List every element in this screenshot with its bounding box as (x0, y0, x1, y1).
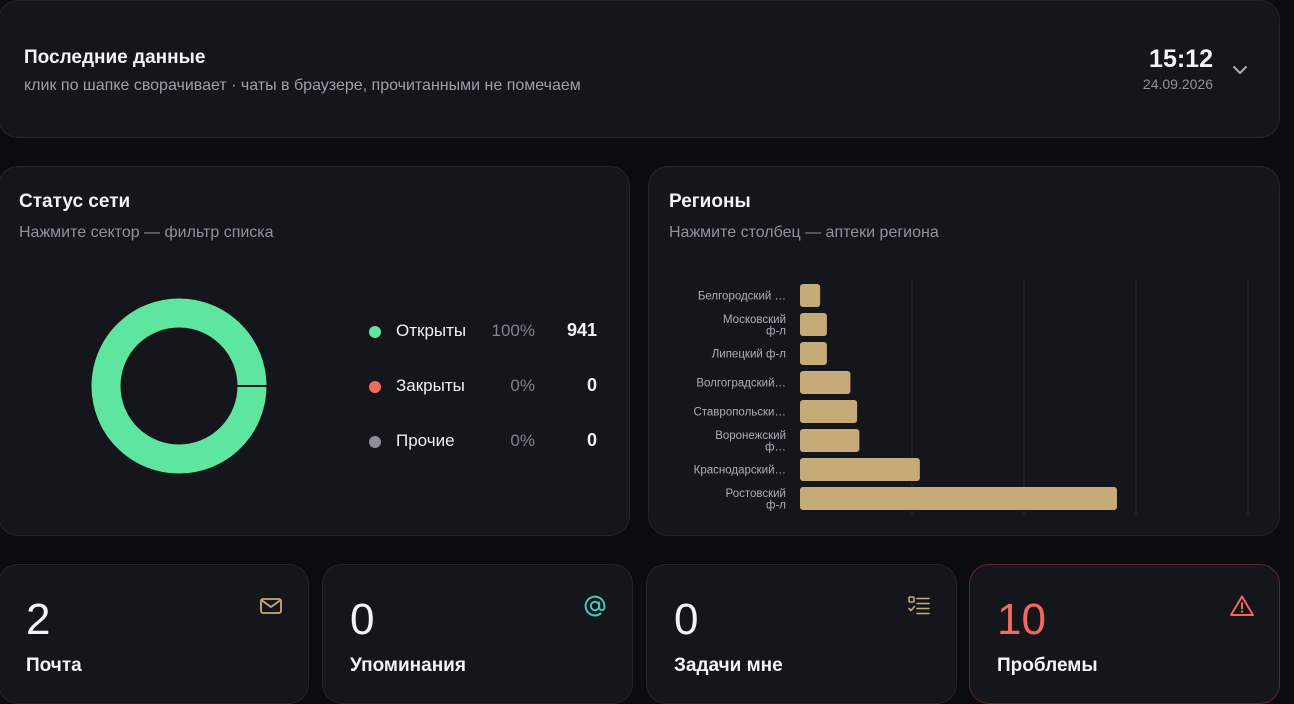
legend-percent: 100% (491, 321, 535, 340)
region-bar[interactable] (800, 313, 827, 336)
stat-card-mail[interactable]: 2 Почта (0, 564, 309, 704)
at-icon (582, 593, 608, 619)
region-label: Волгоградский… (696, 378, 786, 390)
chevron-down-icon[interactable] (1229, 59, 1251, 81)
problems-count: 10 (997, 595, 1046, 644)
legend-count: 0 (586, 430, 597, 450)
status-donut-chart[interactable] (91, 298, 267, 474)
stat-card-mentions[interactable]: 0 Упоминания (322, 564, 633, 704)
mail-label: Почта (26, 655, 82, 676)
region-bar[interactable] (800, 342, 827, 365)
region-bar[interactable] (800, 400, 858, 423)
legend-dot-other (369, 436, 381, 448)
header-subtitle: клик по шапке сворачивает · чаты в брауз… (24, 77, 581, 94)
stat-card-tasks[interactable]: 0 Задачи мне (646, 564, 957, 704)
problems-label: Проблемы (997, 655, 1098, 676)
network-status-card: Статус сети Нажмите сектор — фильтр спис… (0, 166, 630, 536)
stat-card-problems[interactable]: 10 Проблемы (969, 564, 1280, 704)
mentions-count: 0 (350, 595, 375, 644)
legend-item-open[interactable]: Открыты 100% 941 (369, 319, 601, 343)
legend-count: 0 (586, 375, 597, 395)
legend-label: Закрыты (396, 376, 465, 395)
mentions-label: Упоминания (350, 655, 466, 676)
region-bar[interactable] (800, 429, 860, 452)
region-bar[interactable] (800, 371, 851, 394)
region-bar[interactable] (800, 458, 920, 481)
legend-item-closed[interactable]: Закрыты 0% 0 (369, 374, 601, 398)
region-label: Московский ф-л (723, 314, 786, 338)
header-date: 24.09.2026 (1142, 76, 1213, 92)
region-label: Ростовский ф-л (726, 488, 786, 512)
legend-item-other[interactable]: Прочие 0% 0 (369, 429, 601, 453)
donut-sector-open[interactable] (91, 298, 267, 474)
legend-count: 941 (566, 320, 597, 340)
status-subtitle: Нажмите сектор — фильтр списка (19, 224, 274, 241)
status-title: Статус сети (19, 191, 131, 212)
region-label: Воронежский ф… (715, 430, 786, 454)
legend-dot-closed (369, 381, 381, 393)
regions-bar-chart: Белгородский … Московский ф-л Липецкий ф-л В… (693, 281, 1249, 516)
region-label: Белгородский … (698, 291, 786, 303)
region-bar[interactable] (800, 284, 821, 307)
legend-percent: 0% (510, 431, 535, 450)
mail-count: 2 (26, 595, 51, 644)
region-label: Краснодарский… (694, 465, 786, 477)
legend-label: Открыты (396, 321, 467, 340)
region-bar[interactable] (800, 487, 1117, 510)
tasks-count: 0 (674, 595, 699, 644)
mail-icon (258, 593, 284, 619)
legend-percent: 0% (510, 376, 535, 395)
tasks-label: Задачи мне (674, 655, 783, 676)
header-card[interactable]: Последние данные клик по шапке сворачива… (0, 0, 1280, 138)
legend-label: Прочие (396, 431, 455, 450)
legend-dot-open (369, 326, 381, 338)
region-label: Ставропольски… (693, 407, 786, 419)
regions-card: Регионы Нажмите столбец — аптеки региона… (648, 166, 1280, 536)
region-label: Липецкий ф-л (712, 349, 786, 361)
warning-icon (1229, 593, 1255, 619)
header-time: 15:12 (1149, 45, 1213, 73)
header-title: Последние данные (24, 47, 206, 68)
checklist-icon (906, 593, 932, 619)
